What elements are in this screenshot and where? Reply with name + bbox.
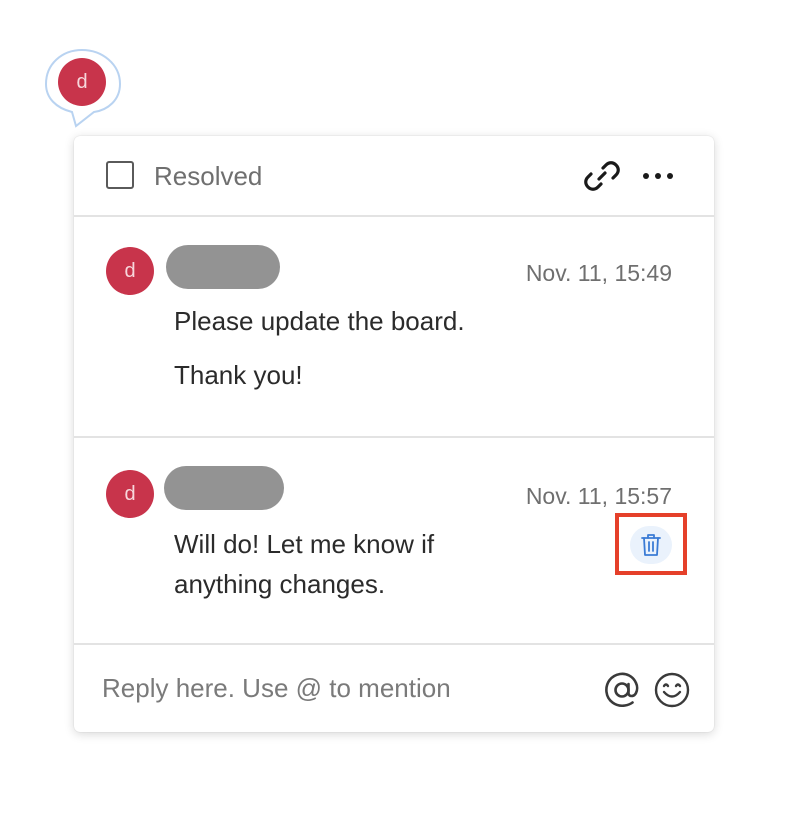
copy-link-button[interactable]: [582, 156, 622, 196]
avatar: d: [106, 247, 154, 295]
author-name-redacted: [166, 245, 280, 289]
resolved-label: Resolved: [154, 161, 263, 191]
author-name-redacted: [164, 466, 284, 510]
comment-timestamp: Nov. 11, 15:57: [525, 483, 672, 509]
pin-avatar: d: [58, 58, 106, 106]
reply-row: [74, 645, 714, 732]
comment-card: Resolved d Nov. 11, 15:49 Please update …: [74, 136, 714, 732]
link-icon: [584, 161, 620, 191]
comment-thread-stage: d Resolved d Nov. 11, 15:49 Please updat…: [0, 0, 804, 820]
comment-card-header: Resolved: [74, 136, 714, 217]
comment-item: d Nov. 11, 15:49 Please update the board…: [74, 217, 714, 438]
comment-timestamp: Nov. 11, 15:49: [525, 260, 672, 286]
comment-text: Please update the board.: [174, 306, 465, 336]
resolved-checkbox[interactable]: [106, 161, 134, 189]
emoji-button[interactable]: [652, 670, 692, 710]
at-sign-icon: [605, 672, 639, 708]
smiley-icon: [654, 672, 690, 708]
trash-icon: [641, 534, 661, 556]
comment-pin[interactable]: d: [44, 48, 122, 128]
delete-comment-button[interactable]: [630, 526, 672, 564]
comment-text: Thank you!: [174, 360, 303, 390]
avatar: d: [106, 470, 154, 518]
comment-item: d Nov. 11, 15:57 Will do! Let me know if…: [74, 438, 714, 645]
reply-input[interactable]: [102, 665, 582, 711]
mention-button[interactable]: [602, 670, 642, 710]
comment-text: Will do! Let me know if anything changes…: [174, 529, 435, 599]
more-horizontal-icon: [643, 173, 673, 179]
more-options-button[interactable]: [640, 162, 676, 190]
